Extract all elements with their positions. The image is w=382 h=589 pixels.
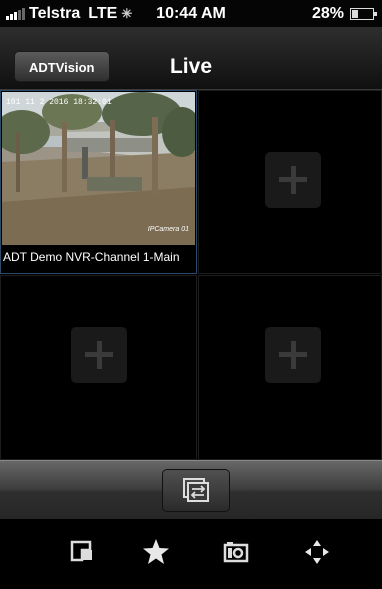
window-button[interactable] (62, 532, 102, 572)
status-right: 28% (311, 4, 377, 23)
camera-snapshot-icon (223, 542, 249, 563)
add-channel-icon[interactable] (265, 152, 321, 208)
layout-switch-icon (183, 478, 209, 502)
feed-camera-label: IPCamera 01 (147, 226, 189, 233)
battery-icon (350, 7, 377, 20)
channel-cell-3[interactable] (0, 275, 197, 460)
channel-cell-2[interactable] (198, 90, 382, 274)
camera-grid: 101 11 2 2016 18:32:01 IPCamera 01 ADT D… (0, 90, 382, 460)
favorite-button[interactable] (136, 532, 176, 572)
add-channel-icon[interactable] (265, 327, 321, 383)
ptz-button[interactable] (297, 532, 337, 572)
camera-feed-image[interactable]: 101 11 2 2016 18:32:01 IPCamera 01 (2, 92, 195, 245)
add-channel-icon[interactable] (71, 327, 127, 383)
channel-caption: ADT Demo NVR-Channel 1-Main (3, 250, 180, 264)
feed-timestamp: 101 11 2 2016 18:32:01 (6, 98, 112, 107)
window-icon (70, 540, 92, 562)
layout-toolbar (0, 460, 382, 520)
battery-percent: 28% (311, 4, 344, 22)
layout-switch-button[interactable] (162, 469, 230, 512)
action-toolbar (0, 519, 382, 589)
star-icon (143, 539, 169, 564)
page-title: Live (169, 55, 213, 78)
nav-bar: ADTVision Live (0, 27, 382, 90)
status-bar: Telstra LTE ✳ 10:44 AM 28% (0, 0, 382, 27)
snapshot-button[interactable] (216, 532, 256, 572)
channel-cell-4[interactable] (198, 275, 382, 460)
channel-cell-1[interactable]: 101 11 2 2016 18:32:01 IPCamera 01 ADT D… (0, 90, 197, 274)
camera-feed-picture (2, 92, 195, 245)
ptz-direction-icon (305, 540, 329, 564)
